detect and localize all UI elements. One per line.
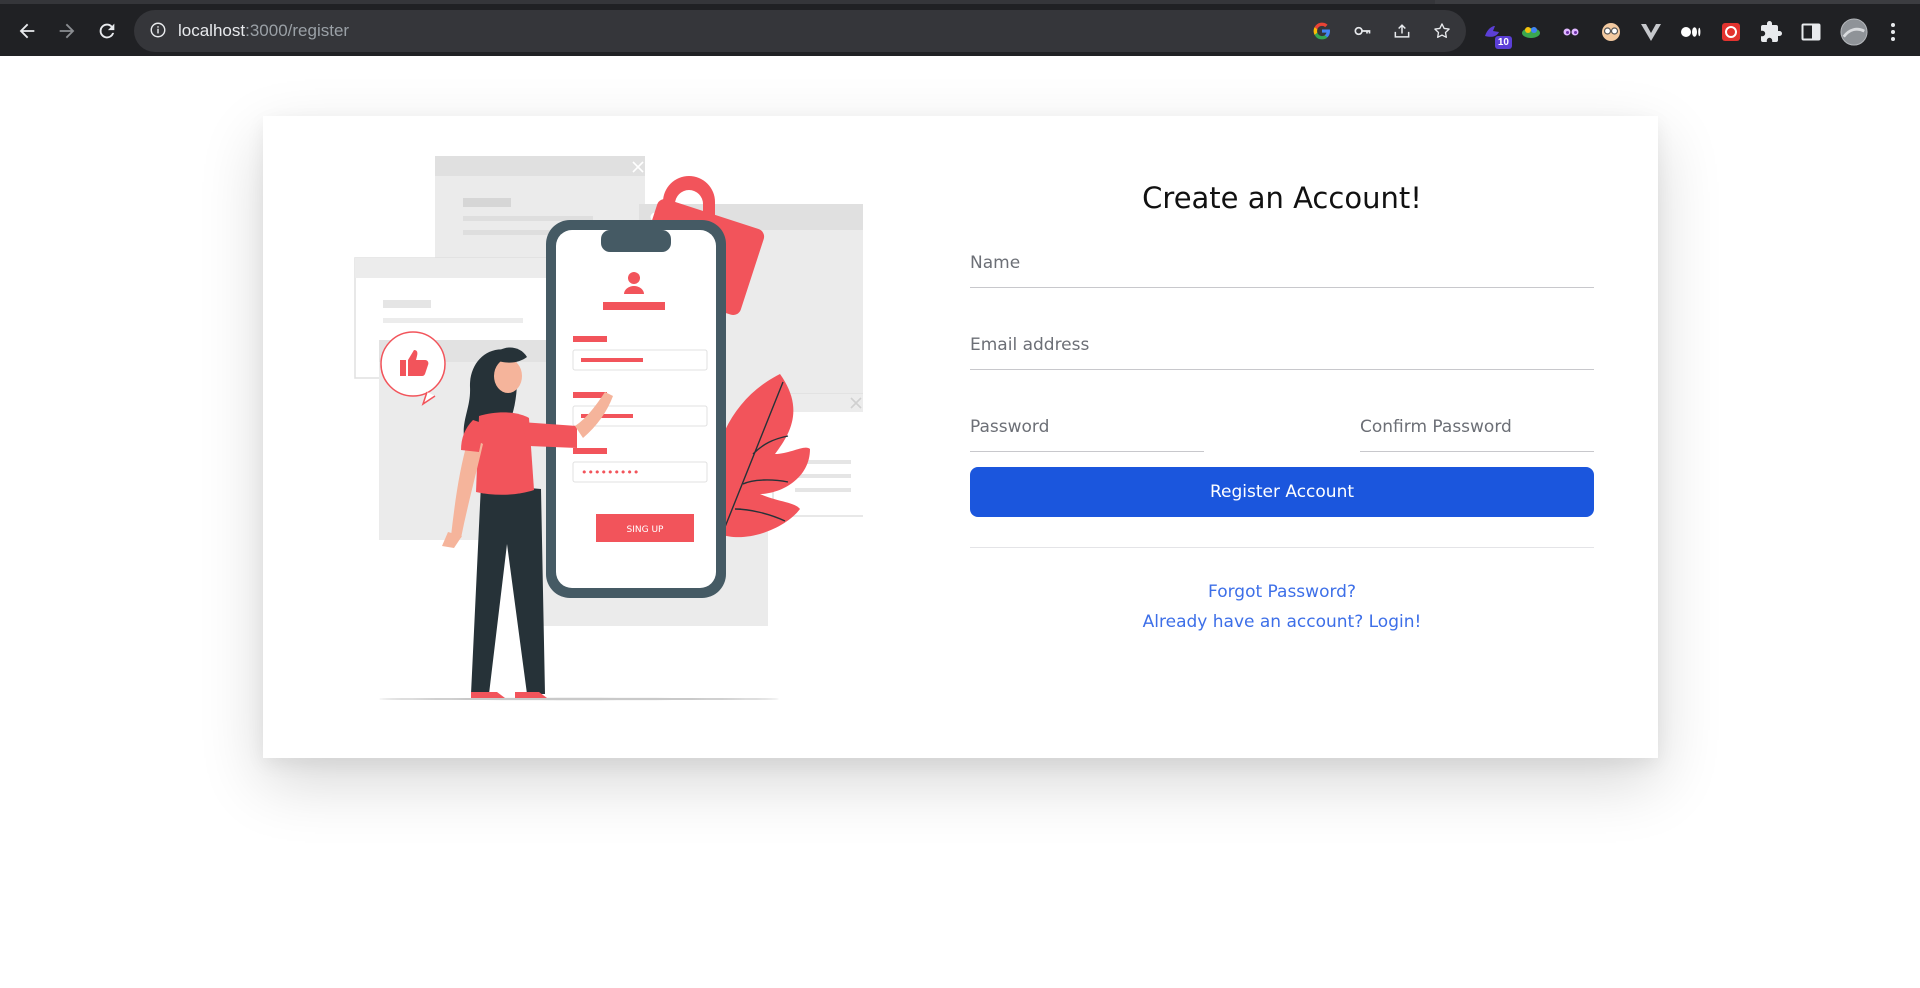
extension-eyes-icon[interactable] (1558, 19, 1584, 45)
browser-toolbar: localhost:3000/register 10 (0, 0, 1920, 56)
extension-red-icon[interactable] (1718, 19, 1744, 45)
register-account-button[interactable]: Register Account (970, 467, 1594, 517)
illustration-password-mask: ••••••••• (581, 466, 639, 479)
reload-icon (99, 23, 115, 39)
arrow-left-icon (19, 23, 35, 39)
url-path: :3000/register (245, 21, 350, 40)
back-button[interactable] (12, 16, 42, 46)
side-panel-icon[interactable] (1798, 19, 1824, 45)
share-icon[interactable] (1391, 20, 1413, 42)
key-icon[interactable] (1351, 20, 1373, 42)
extension-wizard-icon[interactable]: 10 (1480, 19, 1512, 49)
forward-button[interactable] (52, 16, 82, 46)
extension-colorful-icon[interactable] (1518, 19, 1544, 45)
illustration-signup-button: SING UP (627, 525, 665, 535)
reload-button[interactable] (92, 16, 122, 46)
email-input[interactable] (970, 330, 1594, 370)
tab-strip (0, 0, 1435, 4)
info-icon[interactable] (149, 21, 167, 39)
signup-illustration: ••••••••• SING UP (354, 156, 863, 701)
login-link[interactable]: Already have an account? Login! (970, 612, 1594, 632)
register-card: ••••••••• SING UP Create an Account! Nam… (263, 116, 1658, 758)
url-host: localhost (178, 21, 246, 40)
extension-medium-icon[interactable] (1678, 19, 1704, 45)
menu-kebab-icon[interactable] (1880, 19, 1906, 45)
name-input[interactable] (970, 248, 1594, 288)
extensions-puzzle-icon[interactable] (1758, 19, 1784, 45)
address-bar[interactable]: localhost:3000/register (134, 10, 1466, 52)
confirm-password-input[interactable] (1360, 412, 1594, 452)
extension-glasses-icon[interactable] (1598, 19, 1624, 45)
forgot-password-link[interactable]: Forgot Password? (970, 582, 1594, 602)
page-title: Create an Account! (1142, 181, 1422, 216)
password-input[interactable] (970, 412, 1204, 452)
phone-mockup: ••••••••• SING UP (546, 220, 726, 598)
extension-badge: 10 (1494, 36, 1512, 49)
google-lens-icon[interactable] (1311, 20, 1333, 42)
profile-avatar[interactable] (1839, 17, 1869, 47)
arrow-right-icon (59, 23, 75, 39)
extension-vue-icon[interactable] (1638, 19, 1664, 45)
bookmark-star-icon[interactable] (1431, 20, 1453, 42)
divider (970, 547, 1594, 548)
url-text[interactable]: localhost:3000/register (178, 21, 349, 41)
register-form: Create an Account! Register Account Forg… (970, 116, 1594, 758)
